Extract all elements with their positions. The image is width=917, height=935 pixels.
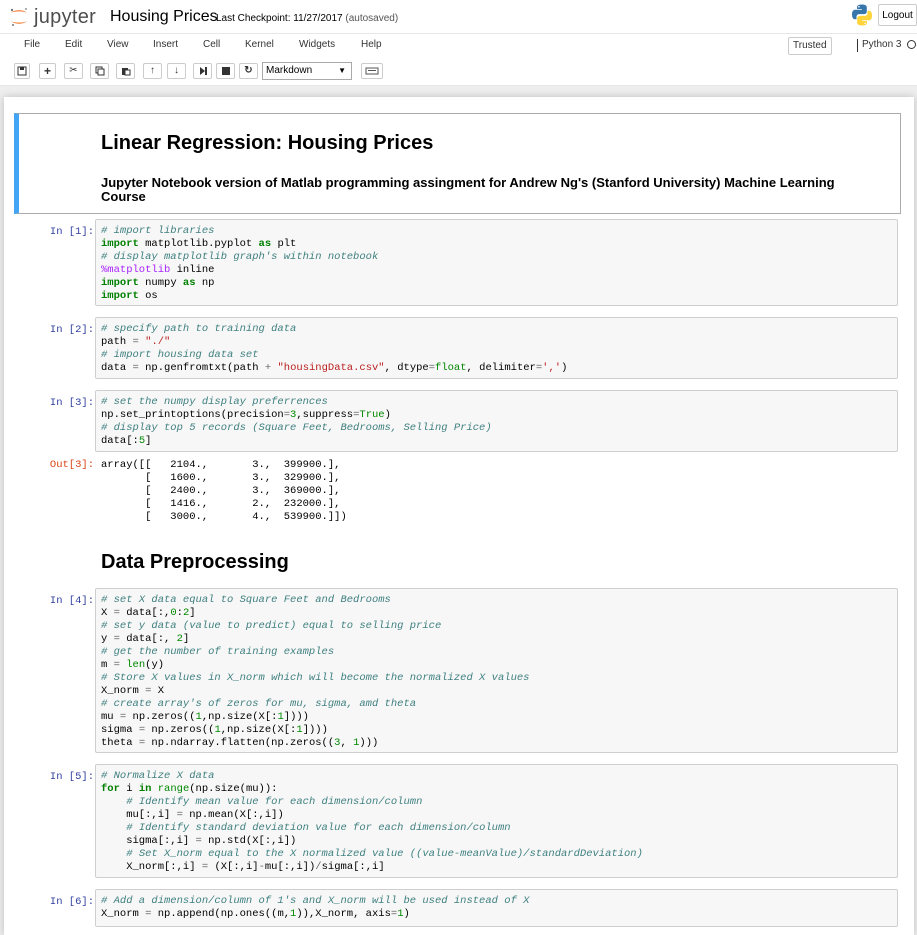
- heading-data-preprocessing: Data Preprocessing: [101, 551, 289, 573]
- save-button[interactable]: [14, 63, 30, 79]
- output-array: array([[ 2104., 3., 399900.], [ 1600., 3…: [101, 459, 347, 523]
- kernel-idle-icon: [907, 40, 916, 49]
- save-icon: [17, 66, 27, 76]
- menu-help[interactable]: Help: [361, 39, 382, 50]
- paste-icon: [121, 68, 130, 76]
- refresh-icon: ↻: [244, 65, 253, 76]
- input-prompt: In [4]:: [49, 595, 94, 607]
- stop-icon: [221, 67, 230, 75]
- menu-cell[interactable]: Cell: [203, 39, 220, 50]
- code-in5: # Normalize X data for i in range(np.siz…: [101, 770, 643, 873]
- jupyter-logo[interactable]: jupyter: [8, 5, 96, 29]
- checkpoint-status: Last Checkpoint: 11/27/2017 (autosaved): [216, 13, 398, 24]
- checkpoint-label: Last Checkpoint: 11/27/2017: [216, 13, 343, 24]
- caret-down-icon: ▼: [338, 66, 346, 75]
- kernel-divider: [857, 39, 858, 52]
- toolbar: + ✂ ↑ ↓ ↻ Markdown ▼: [0, 57, 917, 86]
- arrow-up-icon: ↑: [150, 65, 155, 76]
- kernel-name: Python 3: [862, 39, 902, 50]
- logout-button[interactable]: Logout: [878, 4, 917, 26]
- interrupt-button[interactable]: [216, 63, 235, 79]
- step-forward-icon: [199, 67, 207, 75]
- logo-text: jupyter: [34, 5, 97, 28]
- cell-type-value: Markdown: [266, 65, 313, 76]
- input-prompt: In [2]:: [49, 324, 94, 336]
- code-in3: # set the numpy display preferrences np.…: [101, 396, 492, 447]
- menu-view[interactable]: View: [107, 39, 129, 50]
- code-in4: # set X data equal to Square Feet and Be…: [101, 594, 530, 749]
- input-prompt: In [5]:: [49, 771, 94, 783]
- menu-file[interactable]: File: [24, 39, 40, 50]
- keyboard-icon: [365, 67, 379, 75]
- paste-button[interactable]: [116, 63, 135, 79]
- run-button[interactable]: [193, 63, 212, 79]
- notebook-header: jupyter Housing Prices Last Checkpoint: …: [0, 0, 917, 33]
- restart-button[interactable]: ↻: [239, 63, 258, 79]
- cell-type-select[interactable]: Markdown ▼: [262, 62, 352, 80]
- menu-insert[interactable]: Insert: [153, 39, 178, 50]
- input-prompt: In [1]:: [49, 226, 94, 238]
- python-logo-icon: [852, 4, 872, 26]
- copy-icon: [95, 66, 104, 76]
- command-palette-button[interactable]: [361, 63, 383, 79]
- menu-edit[interactable]: Edit: [65, 39, 82, 50]
- move-down-button[interactable]: ↓: [167, 63, 186, 79]
- insert-cell-button[interactable]: +: [39, 63, 56, 79]
- copy-button[interactable]: [90, 63, 109, 79]
- heading-title: Linear Regression: Housing Prices: [101, 132, 434, 154]
- code-in6: # Add a dimension/column of 1's and X_no…: [101, 895, 530, 920]
- plus-icon: +: [43, 64, 51, 78]
- code-in1: # import libraries import matplotlib.pyp…: [101, 225, 379, 302]
- jupyter-logo-icon: [10, 8, 27, 26]
- menu-kernel[interactable]: Kernel: [245, 39, 274, 50]
- notebook-title[interactable]: Housing Prices: [110, 8, 218, 26]
- scissors-icon: ✂: [69, 65, 78, 76]
- output-prompt: Out[3]:: [49, 459, 94, 471]
- menu-widgets[interactable]: Widgets: [299, 39, 335, 50]
- trusted-indicator[interactable]: Trusted: [788, 37, 832, 55]
- autosave-status: (autosaved): [345, 13, 399, 24]
- input-prompt: In [6]:: [49, 896, 94, 908]
- cut-button[interactable]: ✂: [64, 63, 83, 79]
- input-prompt: In [3]:: [49, 397, 94, 409]
- move-up-button[interactable]: ↑: [143, 63, 162, 79]
- code-in2: # specify path to training data path = "…: [101, 323, 568, 374]
- menubar: File Edit View Insert Cell Kernel Widget…: [0, 33, 917, 58]
- arrow-down-icon: ↓: [174, 65, 179, 76]
- heading-subtitle: Jupyter Notebook version of Matlab progr…: [101, 175, 835, 204]
